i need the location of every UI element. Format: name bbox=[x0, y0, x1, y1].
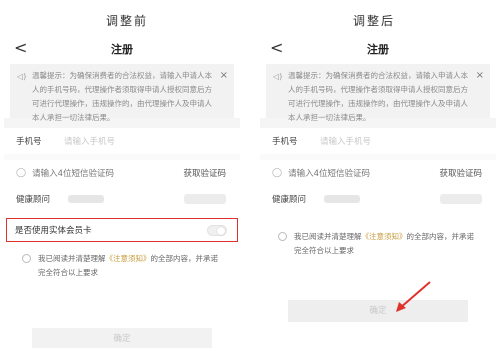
get-code-button[interactable]: 获取验证码 bbox=[183, 167, 226, 179]
notice-text: 温馨提示：为确保消费者的合法权益，请输入申请人本人的手机号码，代理操作者须取得申… bbox=[32, 71, 212, 122]
screen-after: < 注册 ◁) 温馨提示：为确保消费者的合法权益，请输入申请人本人的手机号码，代… bbox=[260, 32, 496, 348]
code-field[interactable]: ◯ 请输入4位短信验证码 获取验证码 bbox=[4, 160, 240, 186]
advisor-name-blurred bbox=[184, 194, 226, 204]
shield-icon: ◯ bbox=[16, 168, 27, 178]
code-input[interactable]: 请输入4位短信验证码 bbox=[32, 167, 114, 179]
close-icon[interactable]: × bbox=[476, 69, 484, 83]
shield-icon: ◯ bbox=[272, 168, 283, 178]
agree-checkbox[interactable] bbox=[278, 232, 287, 241]
phone-field[interactable]: 手机号 请输入手机号 bbox=[4, 128, 240, 154]
agreement: 我已阅读并清楚理解《注意须知》的全部内容，并承诺完全符合以上要求 bbox=[4, 242, 240, 280]
after-caption: 调整后 bbox=[353, 14, 396, 28]
advisor-field[interactable]: 健康顾问 bbox=[4, 186, 240, 212]
screen-before: < 注册 ◁) 温馨提示：为确保消费者的合法权益，请输入申请人本人的手机号码，代… bbox=[4, 32, 240, 348]
page-title: 注册 bbox=[111, 43, 133, 56]
top-bar: < 注册 bbox=[4, 32, 240, 64]
advisor-label: 健康顾问 bbox=[272, 195, 307, 205]
confirm-button[interactable]: 确定 bbox=[288, 300, 468, 322]
advisor-value-blurred bbox=[68, 195, 104, 203]
phone-label: 手机号 bbox=[272, 137, 298, 147]
page-title: 注册 bbox=[367, 43, 389, 56]
member-card-row[interactable]: 是否使用实体会员卡 bbox=[6, 218, 238, 242]
agreement: 我已阅读并清楚理解《注意须知》的全部内容，并承诺完全符合以上要求 bbox=[260, 212, 496, 258]
confirm-button[interactable]: 确定 bbox=[32, 328, 212, 348]
agree-prefix: 我已阅读并清楚理解 bbox=[294, 232, 362, 241]
top-bar: < 注册 bbox=[260, 32, 496, 64]
advisor-field[interactable]: 健康顾问 bbox=[260, 186, 496, 212]
member-card-label: 是否使用实体会员卡 bbox=[15, 226, 92, 236]
agree-checkbox[interactable] bbox=[22, 254, 31, 263]
phone-label: 手机号 bbox=[16, 137, 42, 147]
notice-banner: ◁) 温馨提示：为确保消费者的合法权益，请输入申请人本人的手机号码，代理操作者须… bbox=[266, 64, 490, 122]
phone-field[interactable]: 手机号 请输入手机号 bbox=[260, 128, 496, 154]
code-field[interactable]: ◯ 请输入4位短信验证码 获取验证码 bbox=[260, 160, 496, 186]
before-caption: 调整前 bbox=[106, 14, 149, 28]
notice-link[interactable]: 《注意须知》 bbox=[362, 232, 407, 241]
speaker-icon: ◁) bbox=[273, 72, 283, 81]
advisor-name-blurred bbox=[440, 194, 482, 204]
member-card-toggle[interactable] bbox=[207, 225, 227, 236]
agree-prefix: 我已阅读并清楚理解 bbox=[38, 254, 106, 263]
code-input[interactable]: 请输入4位短信验证码 bbox=[288, 167, 370, 179]
notice-link[interactable]: 《注意须知》 bbox=[106, 254, 151, 263]
phone-input[interactable]: 请输入手机号 bbox=[64, 135, 115, 147]
get-code-button[interactable]: 获取验证码 bbox=[439, 167, 482, 179]
close-icon[interactable]: × bbox=[220, 69, 228, 83]
advisor-value-blurred bbox=[324, 195, 360, 203]
toggle-knob bbox=[217, 227, 225, 235]
advisor-label: 健康顾问 bbox=[16, 195, 51, 205]
notice-text: 温馨提示：为确保消费者的合法权益，请输入申请人本人的手机号码，代理操作者须取得申… bbox=[288, 71, 468, 122]
speaker-icon: ◁) bbox=[17, 72, 27, 81]
phone-input[interactable]: 请输入手机号 bbox=[320, 135, 371, 147]
notice-banner: ◁) 温馨提示：为确保消费者的合法权益，请输入申请人本人的手机号码，代理操作者须… bbox=[10, 64, 234, 122]
